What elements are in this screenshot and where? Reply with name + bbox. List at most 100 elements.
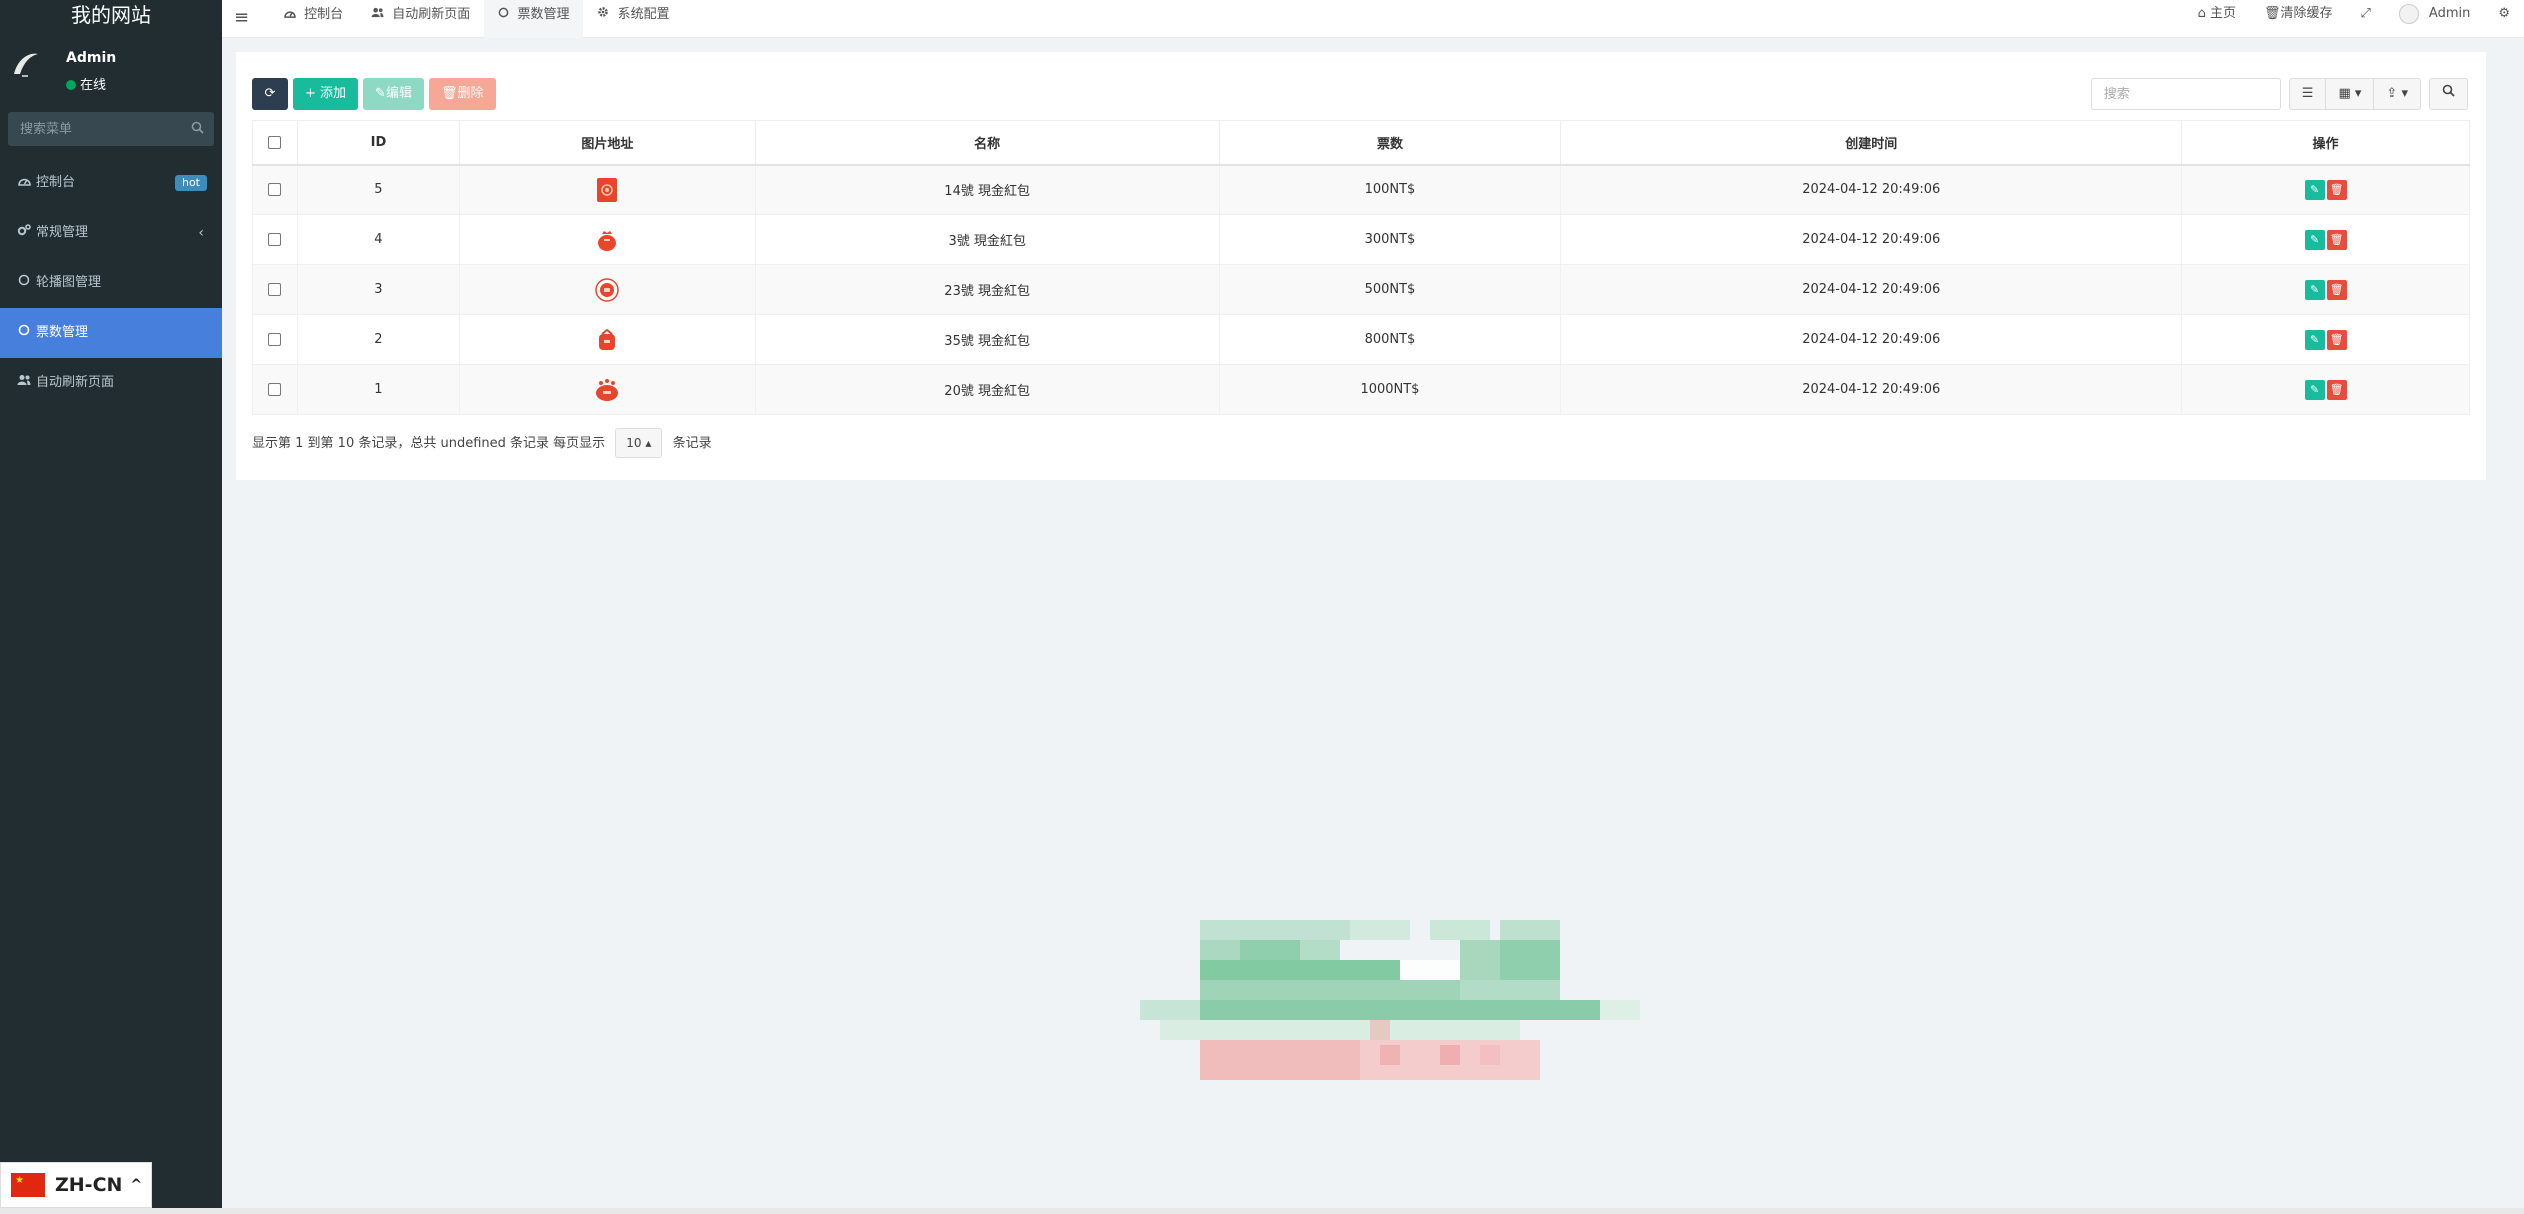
id-cell: 1 — [296, 364, 460, 415]
pixelated-image — [1140, 920, 1660, 1080]
row-delete-icon[interactable]: 🗑 — [2326, 179, 2347, 200]
search-icon[interactable] — [191, 121, 204, 138]
table-row[interactable]: 4 3號 現金紅包 300NT$ 2024-04-12 20:49:06 ✎ 🗑 — [252, 214, 2470, 265]
column-header-image[interactable]: 图片地址 — [458, 120, 756, 166]
column-header-actions: 操作 — [2181, 120, 2470, 166]
sidebar-item-general[interactable]: 常规管理 ‹ — [0, 208, 222, 258]
row-delete-icon[interactable]: 🗑 — [2326, 229, 2347, 250]
created-cell: 2024-04-12 20:49:06 — [1560, 214, 2183, 265]
red-bag-icon[interactable] — [594, 327, 620, 353]
toggle-view-button[interactable]: ☰ — [2288, 78, 2327, 110]
columns-button[interactable]: ▦ ▾ — [2325, 78, 2375, 110]
sidebar-item-autorefresh[interactable]: 自动刷新页面 — [0, 358, 222, 408]
row-edit-icon[interactable]: ✎ — [2304, 279, 2325, 300]
menu-toggle-icon[interactable]: ≡ — [234, 7, 249, 28]
red-treasure-icon[interactable] — [594, 377, 620, 403]
sidebar-item-carousel[interactable]: 轮播图管理 — [0, 258, 222, 308]
image-cell — [458, 214, 756, 265]
select-all-checkbox[interactable] — [268, 135, 282, 149]
row-checkbox[interactable] — [268, 333, 282, 346]
row-checkbox[interactable] — [268, 183, 282, 197]
home-link[interactable]: ⌂ 主页 — [2184, 0, 2250, 30]
column-header-id[interactable]: ID — [296, 120, 460, 166]
cogs-icon — [16, 208, 32, 258]
column-header-name[interactable]: 名称 — [754, 120, 1220, 166]
table-row[interactable]: 3 23號 現金紅包 500NT$ 2024-04-12 20:49:06 ✎ 🗑 — [252, 264, 2470, 315]
sidebar-item-dashboard[interactable]: 控制台 hot — [0, 158, 222, 208]
row-delete-icon[interactable]: 🗑 — [2326, 329, 2347, 350]
export-button[interactable]: ⇪ ▾ — [2373, 78, 2421, 110]
language-selector[interactable]: ZH-CN ^ — [0, 1162, 152, 1208]
tab-label: 控制台 — [304, 7, 344, 22]
row-edit-icon[interactable]: ✎ — [2304, 329, 2325, 350]
user-status-text: 在线 — [80, 78, 107, 93]
red-envelope-icon[interactable] — [594, 177, 620, 203]
red-seal-icon[interactable] — [594, 277, 620, 303]
row-edit-icon[interactable]: ✎ — [2304, 179, 2325, 200]
advanced-search-button[interactable] — [2429, 78, 2468, 110]
id-cell: 4 — [296, 214, 460, 265]
tab-autorefresh[interactable]: 自动刷新页面 — [357, 0, 484, 38]
clear-cache-button[interactable]: 🗑清除缓存 — [2250, 0, 2347, 30]
delete-button[interactable]: 🗑删除 — [428, 78, 496, 110]
top-right-nav: ⌂ 主页 🗑清除缓存 ⤢ Admin ⚙ — [2184, 0, 2524, 38]
edit-button[interactable]: ✎编辑 — [363, 78, 424, 110]
tab-label: 自动刷新页面 — [392, 7, 471, 22]
grid-icon: ▦ — [2338, 86, 2351, 101]
table-search-input[interactable] — [2090, 78, 2281, 110]
users-icon — [16, 358, 32, 408]
sidebar-item-votes[interactable]: 票数管理 — [0, 308, 222, 358]
column-header-votes[interactable]: 票数 — [1218, 120, 1562, 166]
name-cell: 23號 現金紅包 — [754, 264, 1220, 315]
sidebar-item-label: 常规管理 — [36, 225, 89, 240]
image-cell — [458, 364, 756, 415]
row-checkbox[interactable] — [268, 233, 282, 246]
tab-dashboard[interactable]: 控制台 — [270, 0, 357, 38]
delete-label: 删除 — [457, 86, 484, 101]
settings-button[interactable]: ⚙ — [2484, 0, 2524, 30]
votes-table: ID 图片地址 名称 票数 创建时间 操作 5 14號 現金紅包 100NT$ … — [252, 120, 2470, 415]
row-delete-icon[interactable]: 🗑 — [2326, 279, 2347, 300]
created-cell: 2024-04-12 20:49:06 — [1560, 264, 2183, 315]
table-row[interactable]: 2 35號 現金紅包 800NT$ 2024-04-12 20:49:06 ✎ 🗑 — [252, 314, 2470, 365]
hot-badge: hot — [174, 175, 207, 191]
user-status: 在线 — [66, 74, 106, 93]
gear-icon — [597, 7, 613, 22]
row-edit-icon[interactable]: ✎ — [2304, 229, 2325, 250]
sidebar-search-input[interactable] — [8, 112, 214, 146]
tab-votes[interactable]: 票数管理 — [484, 0, 584, 38]
row-edit-icon[interactable]: ✎ — [2304, 379, 2325, 400]
refresh-button[interactable]: ⟳ — [252, 78, 288, 110]
created-cell: 2024-04-12 20:49:06 — [1560, 314, 2183, 365]
image-cell — [458, 314, 756, 365]
id-cell: 3 — [296, 264, 460, 315]
row-checkbox[interactable] — [268, 283, 282, 296]
page-size-select[interactable]: 10 ▴ — [615, 428, 663, 458]
edit-label: 编辑 — [385, 86, 412, 101]
row-delete-icon[interactable]: 🗑 — [2326, 379, 2347, 400]
actions-cell: ✎ 🗑 — [2181, 164, 2470, 215]
user-name: Admin — [66, 50, 117, 66]
row-checkbox[interactable] — [268, 383, 282, 396]
sidebar: 我的网站 Admin 在线 控制台 hot 常规管理 ‹ 轮播图管理 — [0, 0, 222, 1214]
clear-cache-label: 清除缓存 — [2280, 6, 2333, 21]
add-button[interactable]: + 添加 — [293, 78, 359, 110]
brand-title[interactable]: 我的网站 — [0, 0, 222, 30]
horizontal-scrollbar[interactable] — [0, 1208, 2524, 1214]
red-pouch-icon[interactable] — [594, 227, 620, 253]
image-cell — [458, 264, 756, 315]
caret-down-icon: ▾ — [2401, 86, 2408, 101]
table-tools: ☰ ▦ ▾ ⇪ ▾ — [2090, 78, 2468, 110]
page-size-value: 10 — [626, 436, 642, 450]
plus-icon: + — [305, 86, 321, 101]
tab-system-config[interactable]: 系统配置 — [583, 0, 683, 38]
column-header-created[interactable]: 创建时间 — [1560, 120, 2183, 166]
votes-cell: 800NT$ — [1218, 314, 1562, 365]
expand-icon: ⤢ — [2360, 6, 2371, 21]
table-row[interactable]: 5 14號 現金紅包 100NT$ 2024-04-12 20:49:06 ✎ 🗑 — [252, 164, 2470, 215]
fullscreen-button[interactable]: ⤢ — [2347, 0, 2385, 30]
admin-menu[interactable]: Admin — [2385, 0, 2484, 30]
table-row[interactable]: 1 20號 現金紅包 1000NT$ 2024-04-12 20:49:06 ✎… — [252, 364, 2470, 415]
trash-icon: 🗑 — [440, 86, 458, 101]
list-icon: ☰ — [2301, 86, 2314, 101]
